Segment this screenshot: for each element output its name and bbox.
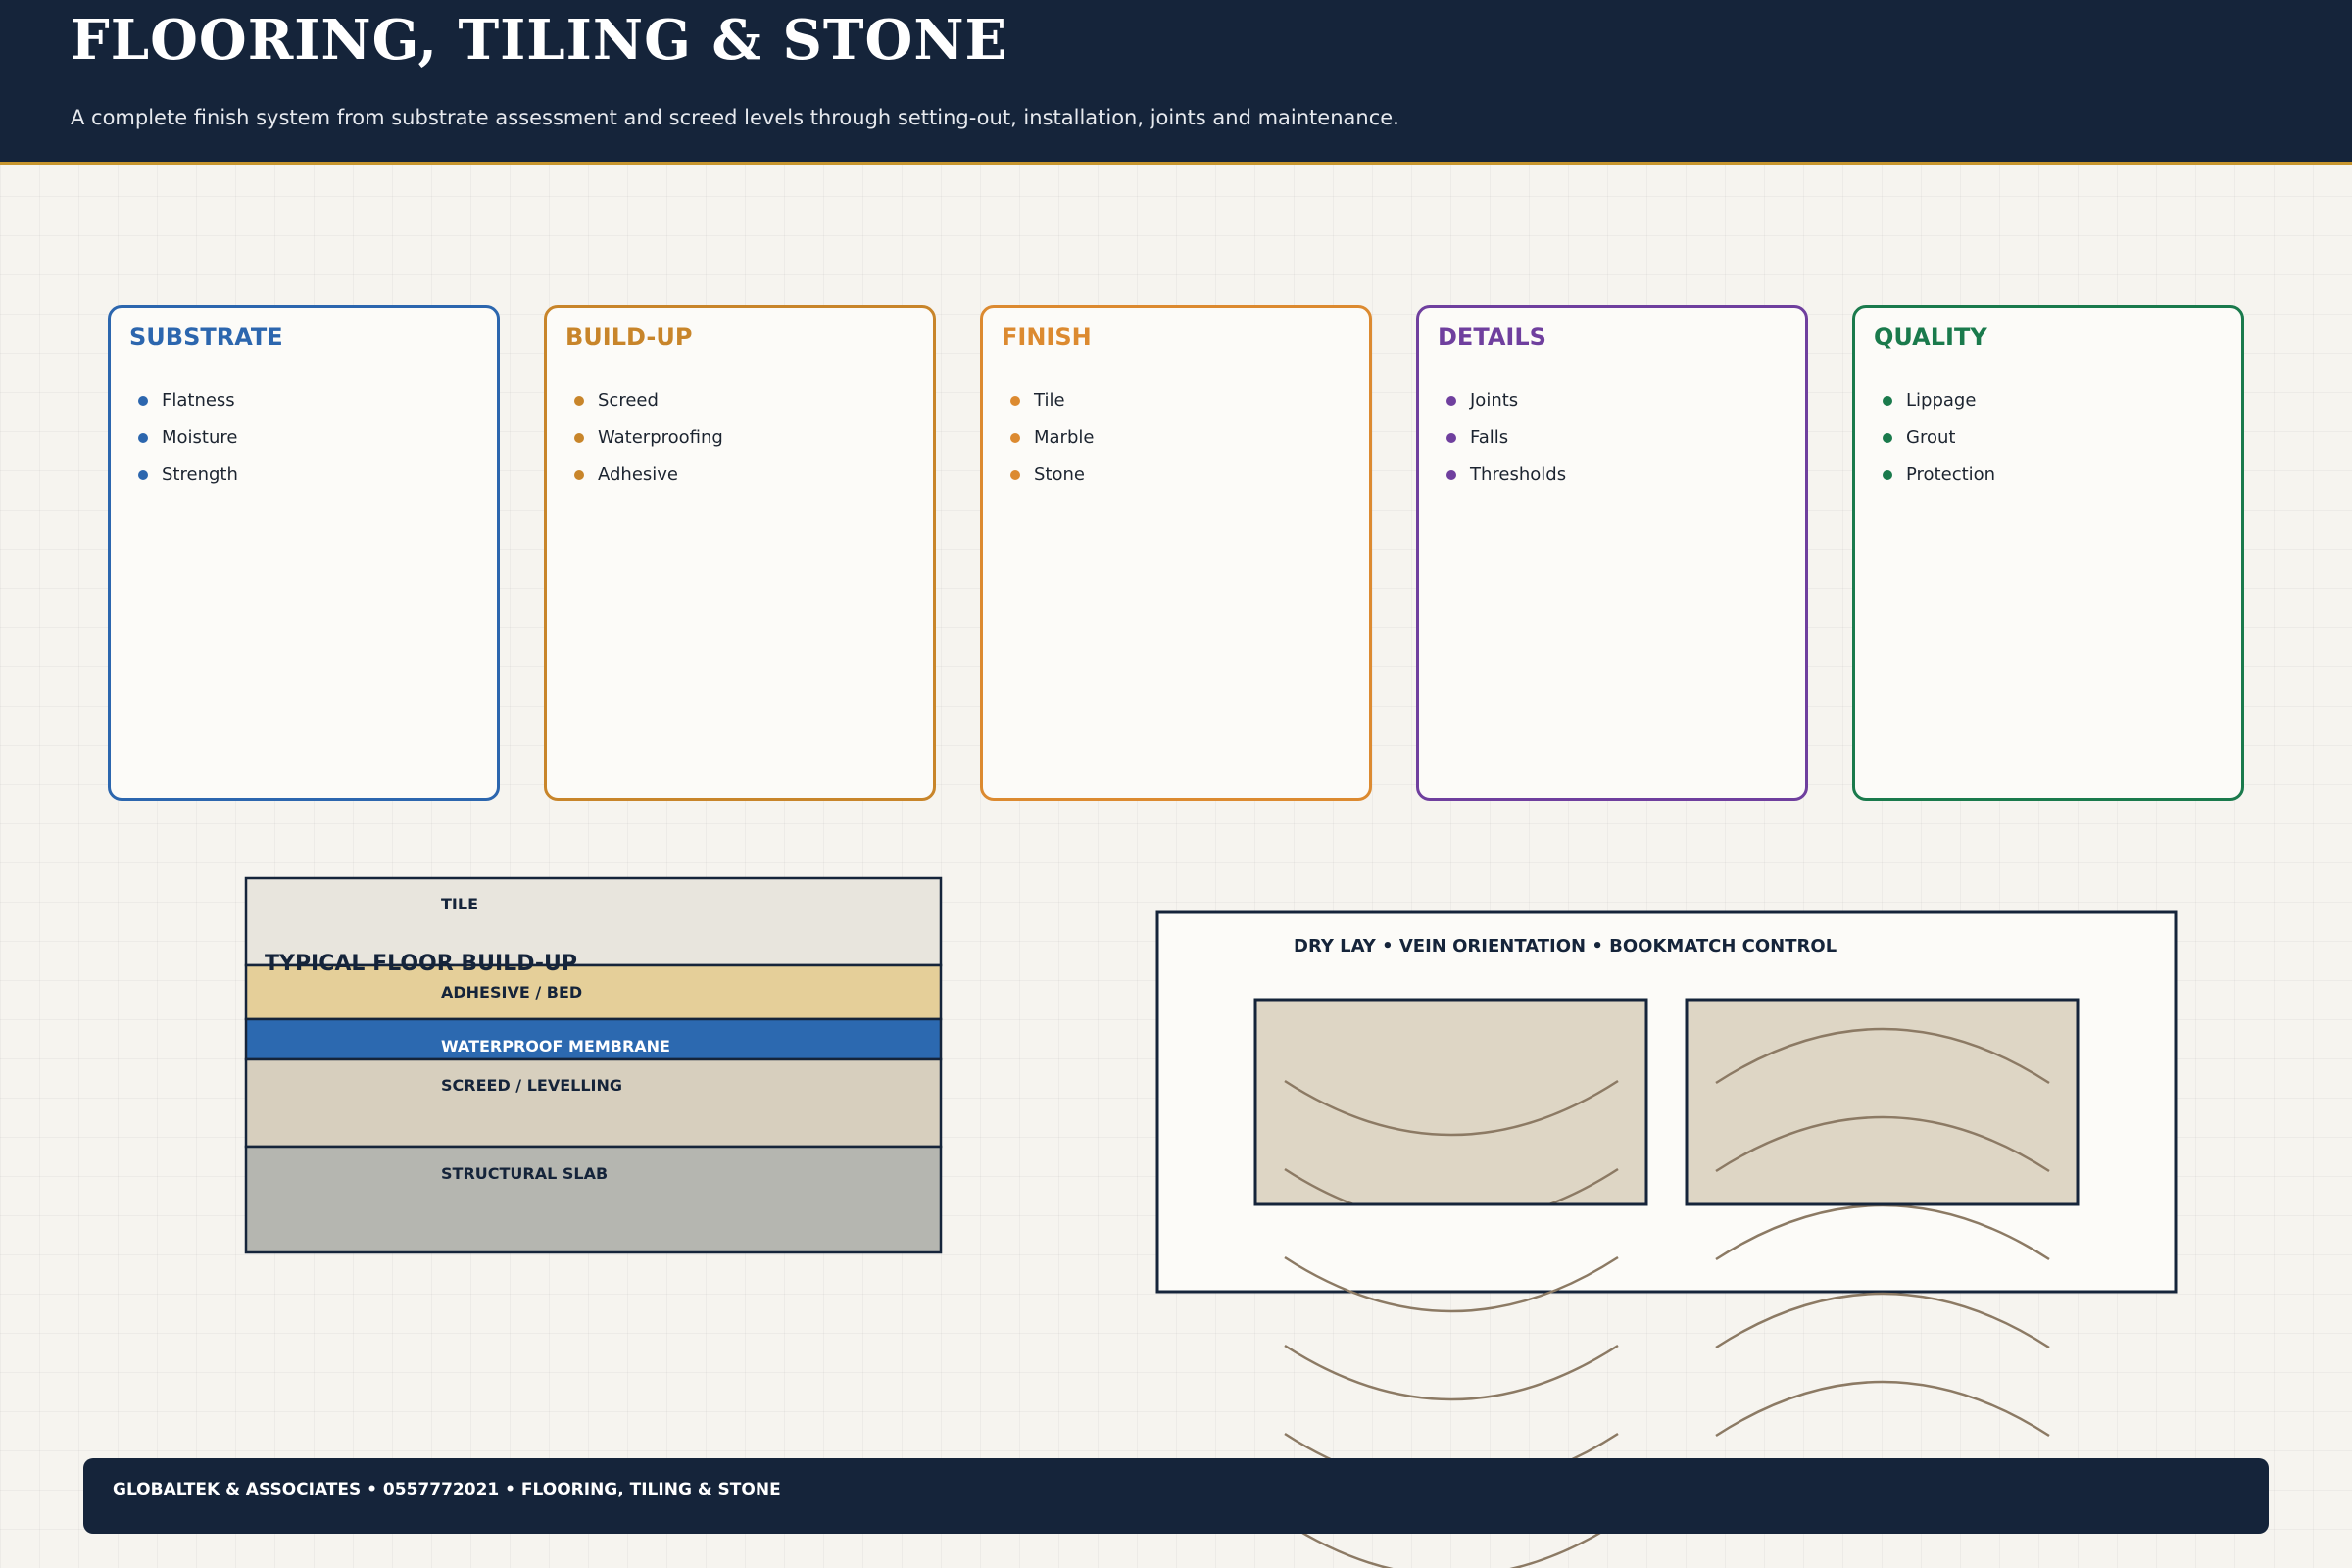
- build-up-title: TYPICAL FLOOR BUILD-UP: [265, 952, 577, 976]
- layer-label: STRUCTURAL SLAB: [441, 1164, 608, 1183]
- layer-label: WATERPROOF MEMBRANE: [441, 1037, 670, 1055]
- layer-label: SCREED / LEVELLING: [441, 1076, 622, 1095]
- footer-bar: GLOBALTEK & ASSOCIATES • 0557772021 • FL…: [83, 1458, 2269, 1534]
- diagram-canvas: TILE ADHESIVE / BED WATERPROOF MEMBRANE SCR…: [244, 876, 2178, 1568]
- stone-slab-a: [1255, 1000, 1646, 1204]
- vein-line: [1715, 1292, 2050, 1349]
- layer-label: TILE: [441, 895, 478, 913]
- vein-line: [1715, 1380, 2050, 1438]
- layer-screed-levelling: [244, 1057, 943, 1149]
- footer-text: GLOBALTEK & ASSOCIATES • 0557772021 • FL…: [113, 1480, 781, 1499]
- vein-line: [1284, 1344, 1619, 1401]
- layer-label: ADHESIVE / BED: [441, 983, 582, 1002]
- dry-lay-title: DRY LAY • VEIN ORIENTATION • BOOKMATCH C…: [1294, 936, 1837, 956]
- layer-stack: TILE ADHESIVE / BED WATERPROOF MEMBRANE SCR…: [244, 876, 943, 1254]
- stone-slab-b: [1687, 1000, 2078, 1204]
- layer-structural-slab: [244, 1145, 943, 1254]
- build-up-diagram: TILE ADHESIVE / BED WATERPROOF MEMBRANE SCR…: [244, 876, 943, 1254]
